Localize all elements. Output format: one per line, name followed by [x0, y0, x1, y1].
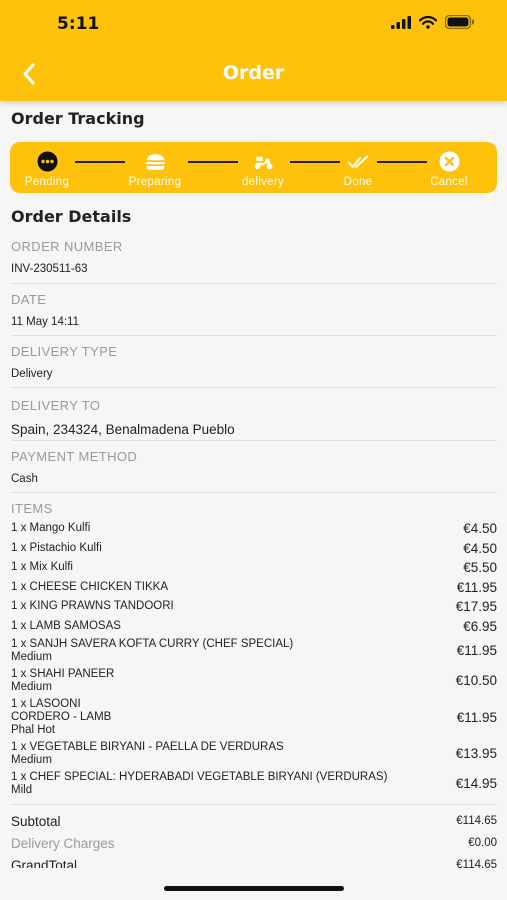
status-icons [391, 15, 475, 29]
field-value: Spain, 234324, Benalmadena Pueblo [11, 422, 235, 437]
item-name: 1 x SANJH SAVERA KOFTA CURRY (CHEF SPECI… [11, 638, 294, 650]
list-item: 1 x Mango Kulfi €4.50 [11, 521, 497, 536]
list-item: 1 x KING PRAWNS TANDOORI €17.95 [11, 599, 497, 614]
step-delivery: delivery [218, 151, 308, 188]
step-cancel: Cancel [404, 151, 494, 188]
order-tracking-title: Order Tracking [11, 109, 145, 128]
field-value: 11 May 14:11 [11, 316, 79, 328]
step-label: Cancel [430, 176, 468, 188]
item-price: €5.50 [463, 560, 497, 575]
divider [11, 440, 497, 441]
item-option: Mild [11, 784, 33, 796]
step-pending: Pending [2, 151, 92, 188]
step-label: Preparing [128, 176, 182, 188]
field-label: DELIVERY TO [11, 398, 101, 413]
list-item: 1 x LAMB SAMOSAS €6.95 [11, 619, 497, 634]
payment-method-field: PAYMENT METHOD Cash [11, 449, 497, 485]
divider [11, 335, 497, 336]
item-name: 1 x LASOONI [11, 698, 81, 710]
list-item: 1 x CHEF SPECIAL: HYDERABADI VEGETABLE B… [11, 771, 497, 797]
item-price: €6.95 [463, 619, 497, 634]
divider [11, 387, 497, 388]
field-label: PAYMENT METHOD [11, 449, 138, 464]
cancel-circle-icon [439, 151, 459, 172]
field-label: ITEMS [11, 501, 53, 516]
item-name: 1 x Mix Kulfi [11, 561, 73, 573]
item-option: Medium [11, 754, 52, 766]
item-price: €11.95 [456, 643, 497, 658]
signal-icon [391, 15, 411, 29]
item-name: 1 x LAMB SAMOSAS [11, 620, 121, 632]
wifi-icon [419, 15, 437, 29]
items-header: ITEMS [11, 501, 497, 516]
item-price: €11.95 [456, 710, 497, 725]
order-tracker: Pending Preparing delivery Done Cancel [10, 142, 497, 193]
step-label: delivery [241, 176, 285, 188]
subtotal-label: Subtotal [11, 814, 61, 829]
item-name: 1 x Mango Kulfi [11, 522, 91, 534]
list-item: 1 x LASOONI CORDERO - LAMB Phal Hot €11.… [11, 698, 497, 737]
item-price: €13.95 [455, 746, 497, 761]
item-name: 1 x KING PRAWNS TANDOORI [11, 600, 174, 612]
field-value: Cash [11, 473, 38, 485]
delivery-to-field: DELIVERY TO Spain, 234324, Benalmadena P… [11, 398, 497, 437]
more-dots-icon [37, 151, 57, 172]
item-price: €17.95 [455, 599, 497, 614]
double-check-icon [347, 154, 368, 168]
divider [11, 492, 497, 493]
item-option: Medium [11, 651, 52, 663]
item-price: €10.50 [455, 673, 497, 688]
item-name: 1 x VEGETABLE BIRYANI - PAELLA DE VERDUR… [11, 741, 284, 753]
date-field: DATE 11 May 14:11 [11, 292, 497, 328]
list-item: 1 x Pistachio Kulfi €4.50 [11, 541, 497, 556]
item-name: 1 x SHAHI PANEER [11, 668, 115, 680]
subtotal-row: Subtotal €114.65 [11, 814, 497, 829]
list-item: 1 x SANJH SAVERA KOFTA CURRY (CHEF SPECI… [11, 638, 497, 664]
battery-icon [445, 15, 474, 29]
divider [11, 804, 497, 805]
item-name: 1 x CHEF SPECIAL: HYDERABADI VEGETABLE B… [11, 771, 388, 783]
page-title: Order [222, 62, 285, 84]
item-price: €4.50 [463, 541, 497, 556]
item-price: €14.95 [455, 776, 497, 791]
item-name-line2: CORDERO - LAMB [11, 711, 112, 723]
order-number-field: ORDER NUMBER INV-230511-63 [11, 239, 497, 275]
item-name: 1 x CHEESE CHICKEN TIKKA [11, 581, 168, 593]
home-indicator[interactable] [164, 886, 344, 891]
app-header: 5:11 Order [0, 0, 507, 101]
scooter-icon [254, 156, 272, 169]
burger-icon [145, 153, 165, 170]
delivery-charges-value: €0.00 [468, 837, 497, 849]
field-label: DATE [11, 292, 47, 307]
delivery-charges-label: Delivery Charges [11, 836, 115, 851]
step-label: Done [343, 176, 373, 188]
field-value: INV-230511-63 [11, 263, 88, 275]
item-price: €11.95 [456, 580, 497, 595]
subtotal-value: €114.65 [456, 815, 497, 827]
delivery-charges-row: Delivery Charges €0.00 [11, 836, 497, 851]
status-time: 5:11 [57, 14, 100, 34]
field-label: ORDER NUMBER [11, 239, 123, 254]
step-done: Done [313, 151, 403, 188]
item-option: Phal Hot [11, 724, 56, 736]
delivery-type-field: DELIVERY TYPE Delivery [11, 344, 497, 380]
field-label: DELIVERY TYPE [11, 344, 118, 359]
grand-total-label: GrandTotal [11, 858, 78, 868]
list-item: 1 x SHAHI PANEER Medium €10.50 [11, 668, 497, 694]
step-preparing: Preparing [110, 151, 200, 188]
grand-total-row: GrandTotal €114.65 [11, 858, 497, 868]
list-item: 1 x Mix Kulfi €5.50 [11, 560, 497, 575]
item-price: €4.50 [463, 521, 497, 536]
grand-total-value: €114.65 [456, 859, 497, 868]
item-option: Medium [11, 681, 52, 693]
step-label: Pending [24, 176, 70, 188]
list-item: 1 x VEGETABLE BIRYANI - PAELLA DE VERDUR… [11, 741, 497, 767]
item-name: 1 x Pistachio Kulfi [11, 542, 102, 554]
divider [11, 283, 497, 284]
order-details-title: Order Details [11, 207, 132, 226]
field-value: Delivery [11, 368, 53, 380]
list-item: 1 x CHEESE CHICKEN TIKKA €11.95 [11, 580, 497, 595]
